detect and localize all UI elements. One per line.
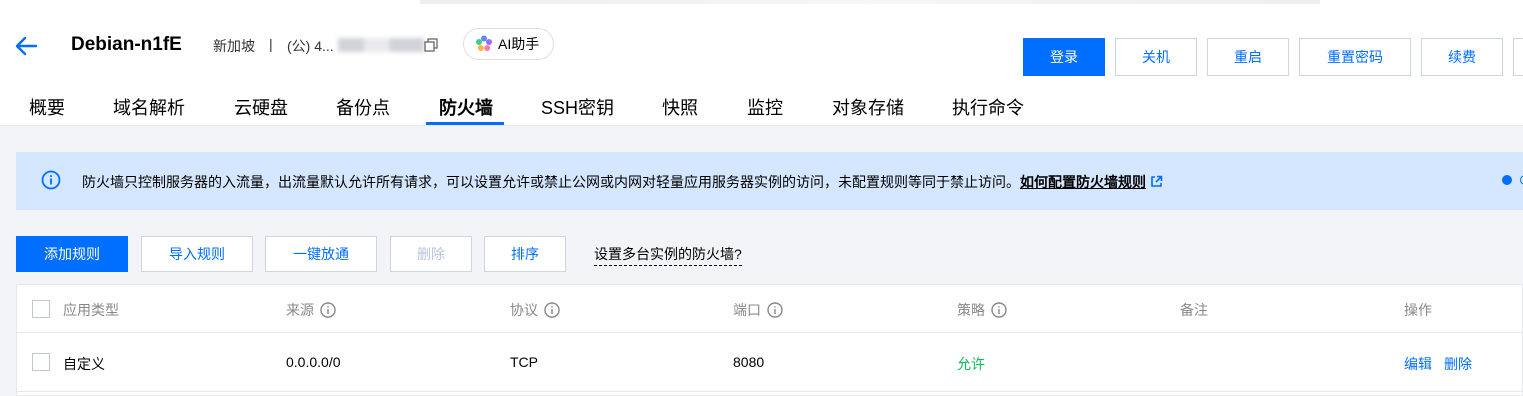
col-policy: 策略: [957, 300, 1007, 320]
ai-assistant-button[interactable]: AI助手: [463, 28, 554, 60]
separator: |: [269, 36, 273, 52]
tab-snapshot[interactable]: 快照: [662, 94, 698, 120]
info-circle-icon[interactable]: [544, 302, 560, 318]
notice-message: 防火墙只控制服务器的入流量，出流量默认允许所有请求，可以设置允许或禁止公网或内网…: [82, 174, 1020, 190]
delete-rule-link[interactable]: 删除: [1444, 354, 1472, 374]
tab-overview[interactable]: 概要: [29, 94, 65, 120]
col-protocol: 协议: [510, 300, 560, 320]
col-policy-label: 策略: [957, 302, 985, 318]
col-note-label: 备注: [1180, 302, 1208, 318]
info-circle-icon[interactable]: [991, 302, 1007, 318]
tab-dns[interactable]: 域名解析: [113, 94, 185, 120]
col-source: 来源: [286, 300, 336, 320]
import-rules-button[interactable]: 导入规则: [141, 236, 253, 272]
tab-ssh-keys[interactable]: SSH密钥: [541, 94, 614, 120]
delete-button: 删除: [390, 236, 472, 272]
one-click-open-button[interactable]: 一键放通: [265, 236, 377, 272]
tab-disk[interactable]: 云硬盘: [234, 94, 288, 120]
tab-object-storage[interactable]: 对象存储: [832, 94, 904, 120]
instance-title: Debian-n1fE: [71, 34, 182, 55]
ai-assistant-label: AI助手: [498, 36, 540, 52]
col-protocol-label: 协议: [510, 302, 538, 318]
more-button[interactable]: [1513, 38, 1523, 76]
col-port: 端口: [733, 300, 783, 320]
select-all-checkbox[interactable]: [32, 300, 50, 318]
instance-header: Debian-n1fE 新加坡 | (公) 4... AI助手 登录 关机 重启…: [0, 8, 1523, 126]
tab-monitor[interactable]: 监控: [747, 94, 783, 120]
col-app-type: 应用类型: [63, 300, 119, 320]
col-app-type-label: 应用类型: [63, 302, 119, 318]
ai-flower-icon: [476, 35, 492, 51]
renew-button[interactable]: 续费: [1421, 38, 1503, 76]
tab-bar: 概要 域名解析 云硬盘 备份点 防火墙 SSH密钥 快照 监控 对象存储 执行命…: [0, 90, 1523, 126]
firewall-rules-table: 应用类型 来源 协议 端口 策略 备注 操作 自定义 0.0.0.0/0 TCP…: [16, 284, 1523, 396]
ip-redacted: [338, 38, 424, 52]
col-port-label: 端口: [733, 302, 761, 318]
carousel-dot-active[interactable]: [1502, 175, 1512, 185]
firewall-help-link[interactable]: 如何配置防火墙规则: [1020, 174, 1146, 190]
info-circle-icon[interactable]: [320, 302, 336, 318]
col-actions-label: 操作: [1404, 302, 1432, 318]
col-actions: 操作: [1404, 300, 1432, 320]
region-label: 新加坡: [213, 38, 255, 54]
reset-password-button[interactable]: 重置密码: [1299, 38, 1411, 76]
tab-run-command[interactable]: 执行命令: [952, 94, 1024, 120]
row-checkbox[interactable]: [32, 353, 50, 371]
col-source-label: 来源: [286, 302, 314, 318]
blurred-content: [420, 0, 1320, 4]
table-row: 自定义 0.0.0.0/0 TCP 8080 允许 编辑 删除: [17, 334, 1522, 392]
cell-port: 8080: [733, 354, 765, 370]
info-notice: 防火墙只控制服务器的入流量，出流量默认允许所有请求，可以设置允许或禁止公网或内网…: [16, 152, 1523, 210]
cell-app-type: 自定义: [63, 356, 105, 372]
public-ip: (公) 4...: [287, 38, 334, 54]
info-icon: [41, 170, 61, 190]
info-circle-icon[interactable]: [767, 302, 783, 318]
restart-button[interactable]: 重启: [1207, 38, 1289, 76]
tab-firewall[interactable]: 防火墙: [439, 94, 493, 120]
multi-instance-firewall-link[interactable]: 设置多台实例的防火墙?: [594, 244, 742, 266]
col-note: 备注: [1180, 300, 1208, 320]
sort-button[interactable]: 排序: [484, 236, 566, 272]
back-arrow-icon[interactable]: [14, 36, 38, 56]
cell-protocol: TCP: [510, 354, 538, 370]
edit-rule-link[interactable]: 编辑: [1404, 354, 1432, 374]
login-button[interactable]: 登录: [1023, 38, 1105, 76]
add-rule-button[interactable]: 添加规则: [16, 236, 128, 272]
table-header: 应用类型 来源 协议 端口 策略 备注 操作: [17, 285, 1522, 333]
cell-source: 0.0.0.0/0: [286, 354, 341, 370]
active-tab-indicator: [426, 122, 504, 125]
shutdown-button[interactable]: 关机: [1115, 38, 1197, 76]
carousel-dots: [1502, 175, 1523, 185]
cell-policy: 允许: [957, 356, 985, 372]
tab-backup[interactable]: 备份点: [336, 94, 390, 120]
top-strip: [0, 0, 1523, 8]
notice-text: 防火墙只控制服务器的入流量，出流量默认允许所有请求，可以设置允许或禁止公网或内网…: [82, 172, 1163, 192]
copy-icon[interactable]: [424, 38, 438, 52]
external-link-icon[interactable]: [1150, 175, 1163, 188]
